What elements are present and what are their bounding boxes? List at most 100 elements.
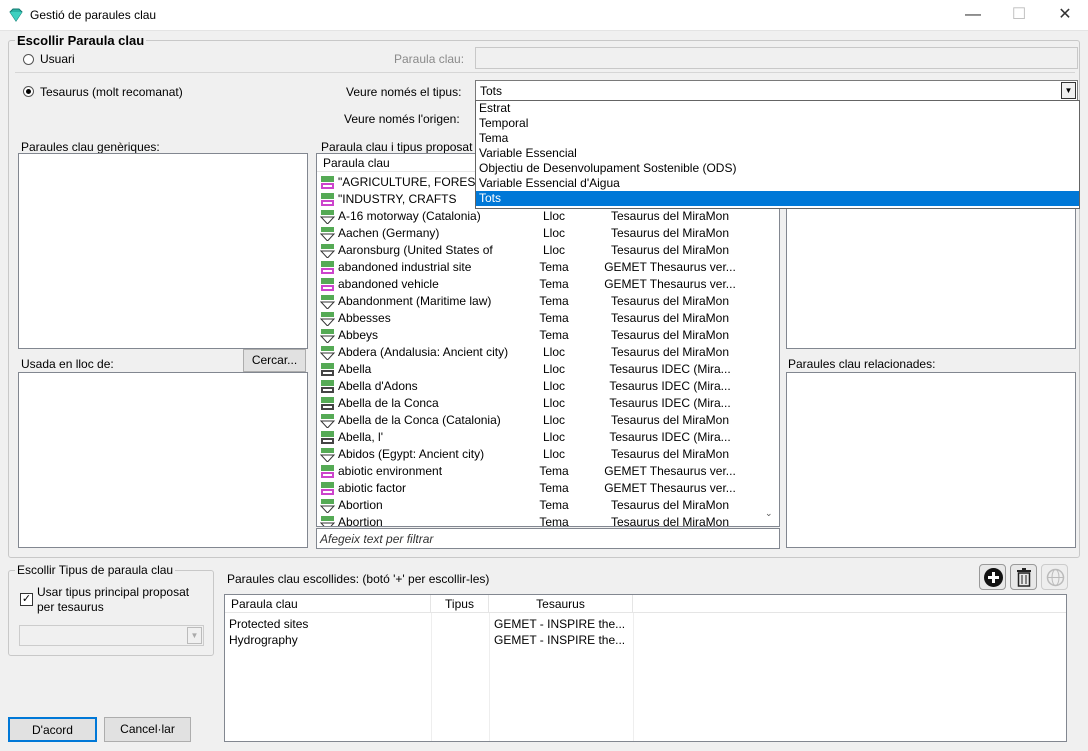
type-filter-select[interactable]: Tots ▼ [475, 80, 1078, 101]
dropdown-option[interactable]: Objectiu de Desenvolupament Sostenible (… [476, 161, 1079, 176]
list-item[interactable]: Aaronsburg (United States of Lloc Tesaurus… [317, 242, 763, 259]
dropdown-option[interactable]: Variable Essencial [476, 146, 1079, 161]
cell-keyword: abiotic environment [338, 464, 443, 478]
dropdown-option-selected[interactable]: Tots [476, 191, 1079, 206]
list-item[interactable]: Abandonment (Maritime law) Tema Tesaurus d… [317, 293, 763, 310]
cell-keyword: Abidos (Egypt: Ancient city) [338, 447, 485, 461]
list-item[interactable]: Abella, l' Lloc Tesaurus IDEC (Mira... [317, 429, 763, 446]
table-row[interactable]: Protected sites GEMET - INSPIRE the... [225, 616, 1066, 633]
cell-thesaurus: GEMET Thesaurus ver... [604, 481, 736, 495]
cell-keyword: Hydrography [229, 633, 298, 647]
list-item[interactable]: abiotic factor Tema GEMET Thesaurus ver... [317, 480, 763, 497]
plus-icon [984, 568, 1003, 587]
cell-type: Tema [539, 464, 569, 478]
cell-keyword: Aachen (Germany) [338, 226, 440, 240]
gemet-thesaurus-icon [321, 482, 334, 495]
dropdown-option[interactable]: Estrat [476, 101, 1079, 116]
cell-thesaurus: GEMET Thesaurus ver... [604, 464, 736, 478]
scroll-down-icon[interactable]: ⌄ [765, 508, 773, 519]
delete-button[interactable] [1010, 564, 1037, 590]
list-item[interactable]: Abortion Tema Tesaurus del MiraMon [317, 514, 763, 526]
table-row[interactable]: Hydrography GEMET - INSPIRE the... [225, 632, 1066, 649]
cell-keyword: Abella d'Adons [338, 379, 418, 393]
vertical-scrollbar[interactable]: ⌄ [762, 154, 779, 526]
cell-thesaurus: Tesaurus IDEC (Mira... [609, 362, 731, 376]
cell-keyword: abandoned industrial site [338, 260, 472, 274]
related-keywords-label: Paraules clau relacionades: [788, 357, 936, 371]
used-instead-label: Usada en lloc de: [21, 357, 114, 371]
list-item[interactable]: Abella de la Conca Lloc Tesaurus IDEC (Mir… [317, 395, 763, 412]
radio-thesaurus[interactable] [23, 86, 34, 97]
column-header-type[interactable]: Tipus [431, 595, 489, 613]
ok-button[interactable]: D'acord [8, 717, 97, 742]
related-keywords-list[interactable] [786, 372, 1076, 548]
cell-thesaurus: Tesaurus del MiraMon [610, 328, 730, 342]
cell-type: Lloc [542, 226, 565, 240]
globe-button [1041, 564, 1068, 590]
chevron-down-icon: ▼ [187, 627, 202, 644]
list-item[interactable]: Abidos (Egypt: Ancient city) Lloc Tesaurus… [317, 446, 763, 463]
cell-thesaurus: Tesaurus IDEC (Mira... [609, 396, 731, 410]
cell-type: Lloc [542, 396, 565, 410]
cell-keyword: Abbesses [338, 311, 391, 325]
list-item[interactable]: Aachen (Germany) Lloc Tesaurus del MiraMon [317, 225, 763, 242]
filter-input[interactable]: Afegeix text per filtrar [316, 528, 780, 549]
chosen-list-header: Paraula clau Tipus Tesaurus [225, 595, 1066, 613]
cell-thesaurus: Tesaurus del MiraMon [610, 311, 730, 325]
add-button[interactable] [979, 564, 1006, 590]
column-header-keyword[interactable]: Paraula clau [225, 595, 431, 613]
cell-keyword: Aaronsburg (United States of [338, 243, 493, 257]
list-item[interactable]: Abbesses Tema Tesaurus del MiraMon [317, 310, 763, 327]
minimize-button[interactable]: — [950, 0, 996, 30]
keyword-type-group-label: Escollir Tipus de paraula clau [15, 563, 176, 577]
dropdown-option[interactable]: Variable Essencial d'Aigua [476, 176, 1079, 191]
close-button[interactable]: ✕ [1042, 0, 1088, 30]
cell-type: Tema [539, 277, 569, 291]
maximize-button[interactable]: ☐ [996, 0, 1042, 30]
cell-thesaurus: GEMET - INSPIRE the... [494, 617, 626, 631]
cell-type: Tema [539, 328, 569, 342]
proposed-keywords-list[interactable]: Paraula clau "AGRICULTURE, FOREST "INDUST… [316, 153, 780, 527]
list-item[interactable]: abandoned vehicle Tema GEMET Thesaurus ver… [317, 276, 763, 293]
list-item[interactable]: Abella de la Conca (Catalonia) Lloc Tesaur… [317, 412, 763, 429]
column-header-thesaurus[interactable]: Tesaurus [489, 595, 633, 613]
idec-thesaurus-icon [321, 431, 334, 444]
origin-filter-label: Veure només l'origen: [344, 112, 460, 126]
dropdown-option[interactable]: Tema [476, 131, 1079, 146]
title-bar: Gestió de paraules clau — ☐ ✕ [0, 0, 1088, 31]
gemet-thesaurus-icon [321, 465, 334, 478]
cell-keyword: abandoned vehicle [338, 277, 439, 291]
cancel-button[interactable]: Cancel·lar [104, 717, 191, 742]
list-item[interactable]: abandoned industrial site Tema GEMET Thesa… [317, 259, 763, 276]
generic-keywords-list[interactable] [18, 153, 308, 349]
dropdown-option[interactable]: Temporal [476, 116, 1079, 131]
cell-keyword: Abortion [338, 515, 383, 526]
cell-thesaurus: Tesaurus IDEC (Mira... [609, 430, 731, 444]
list-item[interactable]: Abortion Tema Tesaurus del MiraMon [317, 497, 763, 514]
miramon-thesaurus-icon [320, 499, 335, 513]
radio-user[interactable] [23, 54, 34, 65]
search-button[interactable]: Cercar... [243, 349, 306, 372]
cell-keyword: Abella [338, 362, 372, 376]
keyword-input[interactable] [475, 47, 1078, 69]
chevron-down-icon[interactable]: ▼ [1061, 82, 1076, 99]
list-item[interactable]: abiotic environment Tema GEMET Thesaurus v… [317, 463, 763, 480]
cell-thesaurus: Tesaurus del MiraMon [610, 226, 730, 240]
use-main-type-label-2: per tesaurus [37, 600, 104, 614]
used-instead-list[interactable] [18, 372, 308, 548]
gemet-thesaurus-icon [321, 193, 334, 206]
chosen-keywords-list[interactable]: Paraula clau Tipus Tesaurus Protected si… [224, 594, 1067, 742]
list-item[interactable]: Abella Lloc Tesaurus IDEC (Mira... [317, 361, 763, 378]
type-dropdown-list[interactable]: Estrat Temporal Tema Variable Essencial … [475, 100, 1080, 209]
list-item[interactable]: Abbeys Tema Tesaurus del MiraMon [317, 327, 763, 344]
radio-user-label: Usuari [40, 52, 75, 66]
chosen-keywords-label: Paraules clau escollides: (botó '+' per … [227, 572, 490, 586]
cell-thesaurus: Tesaurus del MiraMon [610, 515, 730, 526]
list-item[interactable]: Abella d'Adons Lloc Tesaurus IDEC (Mira... [317, 378, 763, 395]
list-item[interactable]: A-16 motorway (Catalonia) Lloc Tesaurus de… [317, 208, 763, 225]
list-item[interactable]: Abdera (Andalusia: Ancient city) Lloc Tesa… [317, 344, 763, 361]
proposed-keywords-label: Paraula clau i tipus proposat [321, 140, 473, 154]
diamond-icon [9, 8, 23, 22]
keyword-rows: "AGRICULTURE, FOREST "INDUSTRY, CRAFTS A-1… [317, 174, 763, 526]
use-main-type-checkbox[interactable]: ✓ [20, 593, 33, 606]
